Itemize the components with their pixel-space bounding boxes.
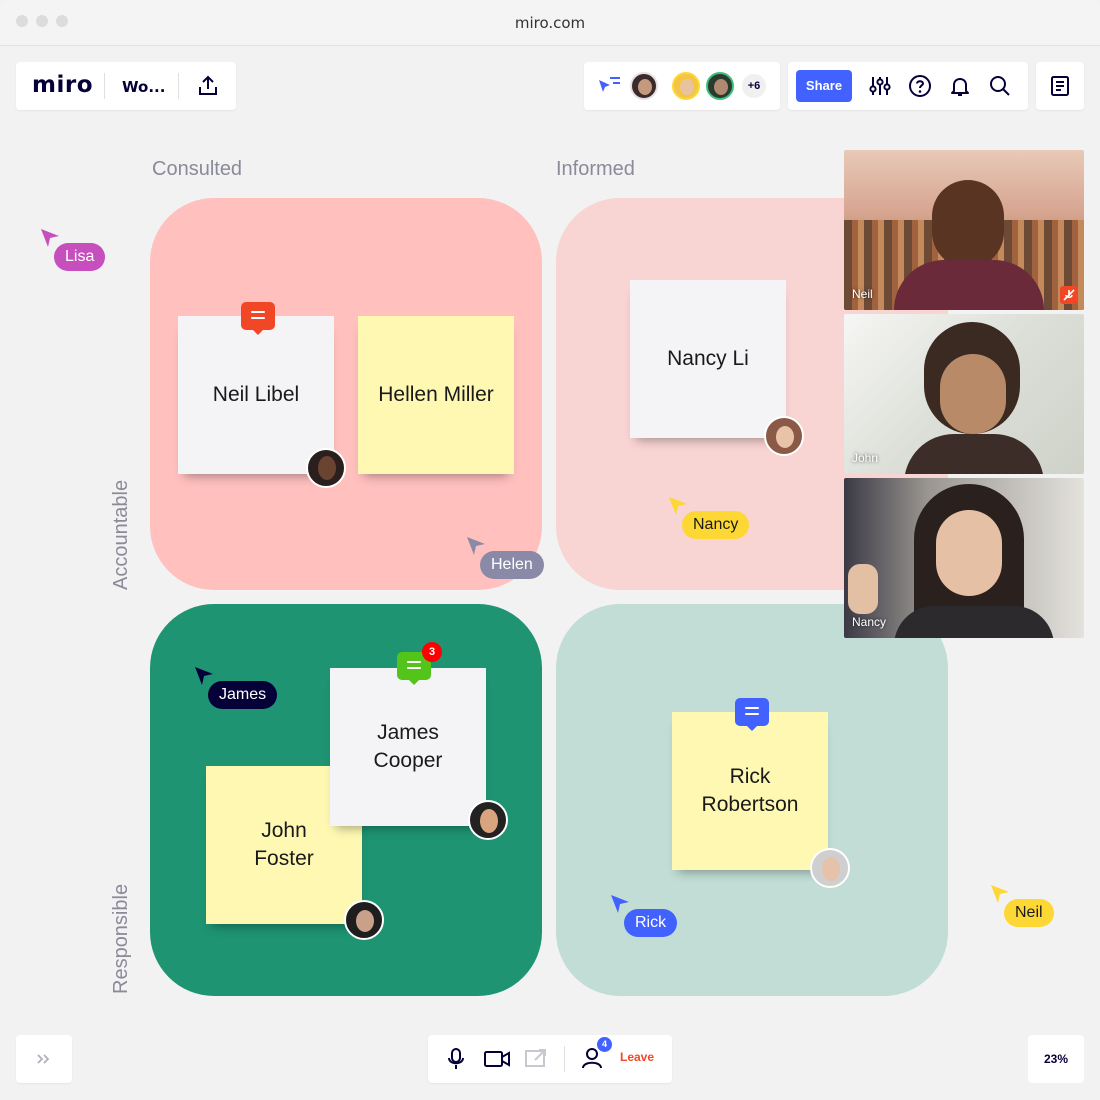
board-name[interactable]: Wo... xyxy=(122,78,165,96)
video-tile[interactable]: John xyxy=(844,314,1084,474)
sticky-note-text: Neil Libel xyxy=(212,383,300,406)
double-chevron-right-icon xyxy=(37,1054,50,1064)
video-participant-name: Nancy xyxy=(852,615,887,629)
sticky-note-text: Nancy Li xyxy=(667,347,749,370)
sticky-note-text: John Foster xyxy=(254,819,314,870)
author-avatar[interactable] xyxy=(306,448,346,488)
expand-panel-button[interactable] xyxy=(16,1035,72,1083)
row-label-accountable: Accountable xyxy=(110,479,132,590)
author-avatar[interactable] xyxy=(764,416,804,456)
notes-list-icon[interactable] xyxy=(1048,74,1072,98)
video-participant-name: Neil xyxy=(852,287,873,301)
notifications-bell-icon[interactable] xyxy=(948,74,972,98)
follow-cursor-icon[interactable] xyxy=(596,74,622,98)
video-participant-name: John xyxy=(852,451,879,465)
browser-titlebar: miro.com xyxy=(0,0,1100,46)
video-tile[interactable]: Nancy xyxy=(844,478,1084,638)
sticky-note-text: James Cooper xyxy=(373,721,443,772)
author-avatar[interactable] xyxy=(468,800,508,840)
cursor-label: Lisa xyxy=(54,243,106,271)
sticky-note[interactable]: James Cooper xyxy=(330,668,486,826)
sticky-note-text: Rick Robertson xyxy=(701,765,799,816)
participant-hand xyxy=(848,564,878,614)
participant-face xyxy=(936,510,1002,596)
sticky-note[interactable]: Neil Libel xyxy=(178,316,334,474)
miro-logo[interactable]: miro xyxy=(32,72,93,98)
leave-call-button[interactable]: Leave xyxy=(620,1050,654,1064)
row-label-responsible: Responsible xyxy=(110,883,132,994)
cursor-label: Neil xyxy=(1004,899,1054,927)
collaborator-avatar[interactable] xyxy=(706,72,734,100)
author-avatar[interactable] xyxy=(344,900,384,940)
sticky-note[interactable]: Nancy Li xyxy=(630,280,786,438)
export-icon[interactable] xyxy=(197,74,219,98)
participant-body xyxy=(894,606,1054,638)
zoom-level[interactable]: 23% xyxy=(1028,1035,1084,1083)
comment-count-badge: 3 xyxy=(422,642,442,662)
sticky-note-text: Hellen Miller xyxy=(378,383,494,406)
divider xyxy=(564,1046,565,1072)
url-text: miro.com xyxy=(514,14,586,32)
column-label-informed: Informed xyxy=(556,158,635,180)
search-icon[interactable] xyxy=(988,74,1012,98)
column-label-consulted: Consulted xyxy=(152,158,243,180)
participant-head xyxy=(932,180,1004,268)
participants-count-badge: 4 xyxy=(597,1037,612,1052)
collaborator-avatar[interactable] xyxy=(630,72,658,100)
participant-face xyxy=(940,354,1006,434)
author-avatar[interactable] xyxy=(810,848,850,888)
divider xyxy=(178,73,179,99)
app-window: miro.com miro Wo... +6 Share Consulted I… xyxy=(0,0,1100,1100)
more-collaborators-count[interactable]: +6 xyxy=(740,72,768,100)
participant-body xyxy=(894,260,1044,310)
sticky-note[interactable]: Rick Robertson xyxy=(672,712,828,870)
screen-share-icon[interactable] xyxy=(524,1047,548,1071)
cursor-label: Helen xyxy=(480,551,544,579)
comment-icon[interactable] xyxy=(735,698,769,731)
participant-body xyxy=(904,434,1044,474)
cursor-label: Nancy xyxy=(682,511,750,539)
cursor-label: James xyxy=(208,681,278,709)
divider xyxy=(104,73,105,99)
sticky-note[interactable]: Hellen Miller xyxy=(358,316,514,474)
settings-sliders-icon[interactable] xyxy=(868,74,892,98)
comment-icon[interactable] xyxy=(241,302,275,335)
microphone-icon[interactable] xyxy=(445,1047,467,1071)
mic-muted-icon xyxy=(1060,286,1078,304)
cursor-label: Rick xyxy=(624,909,678,937)
share-button[interactable]: Share xyxy=(796,70,852,102)
video-camera-icon[interactable] xyxy=(483,1047,511,1071)
collaborator-avatar[interactable] xyxy=(672,72,700,100)
help-icon[interactable] xyxy=(908,74,932,98)
video-tile[interactable]: Neil xyxy=(844,150,1084,310)
